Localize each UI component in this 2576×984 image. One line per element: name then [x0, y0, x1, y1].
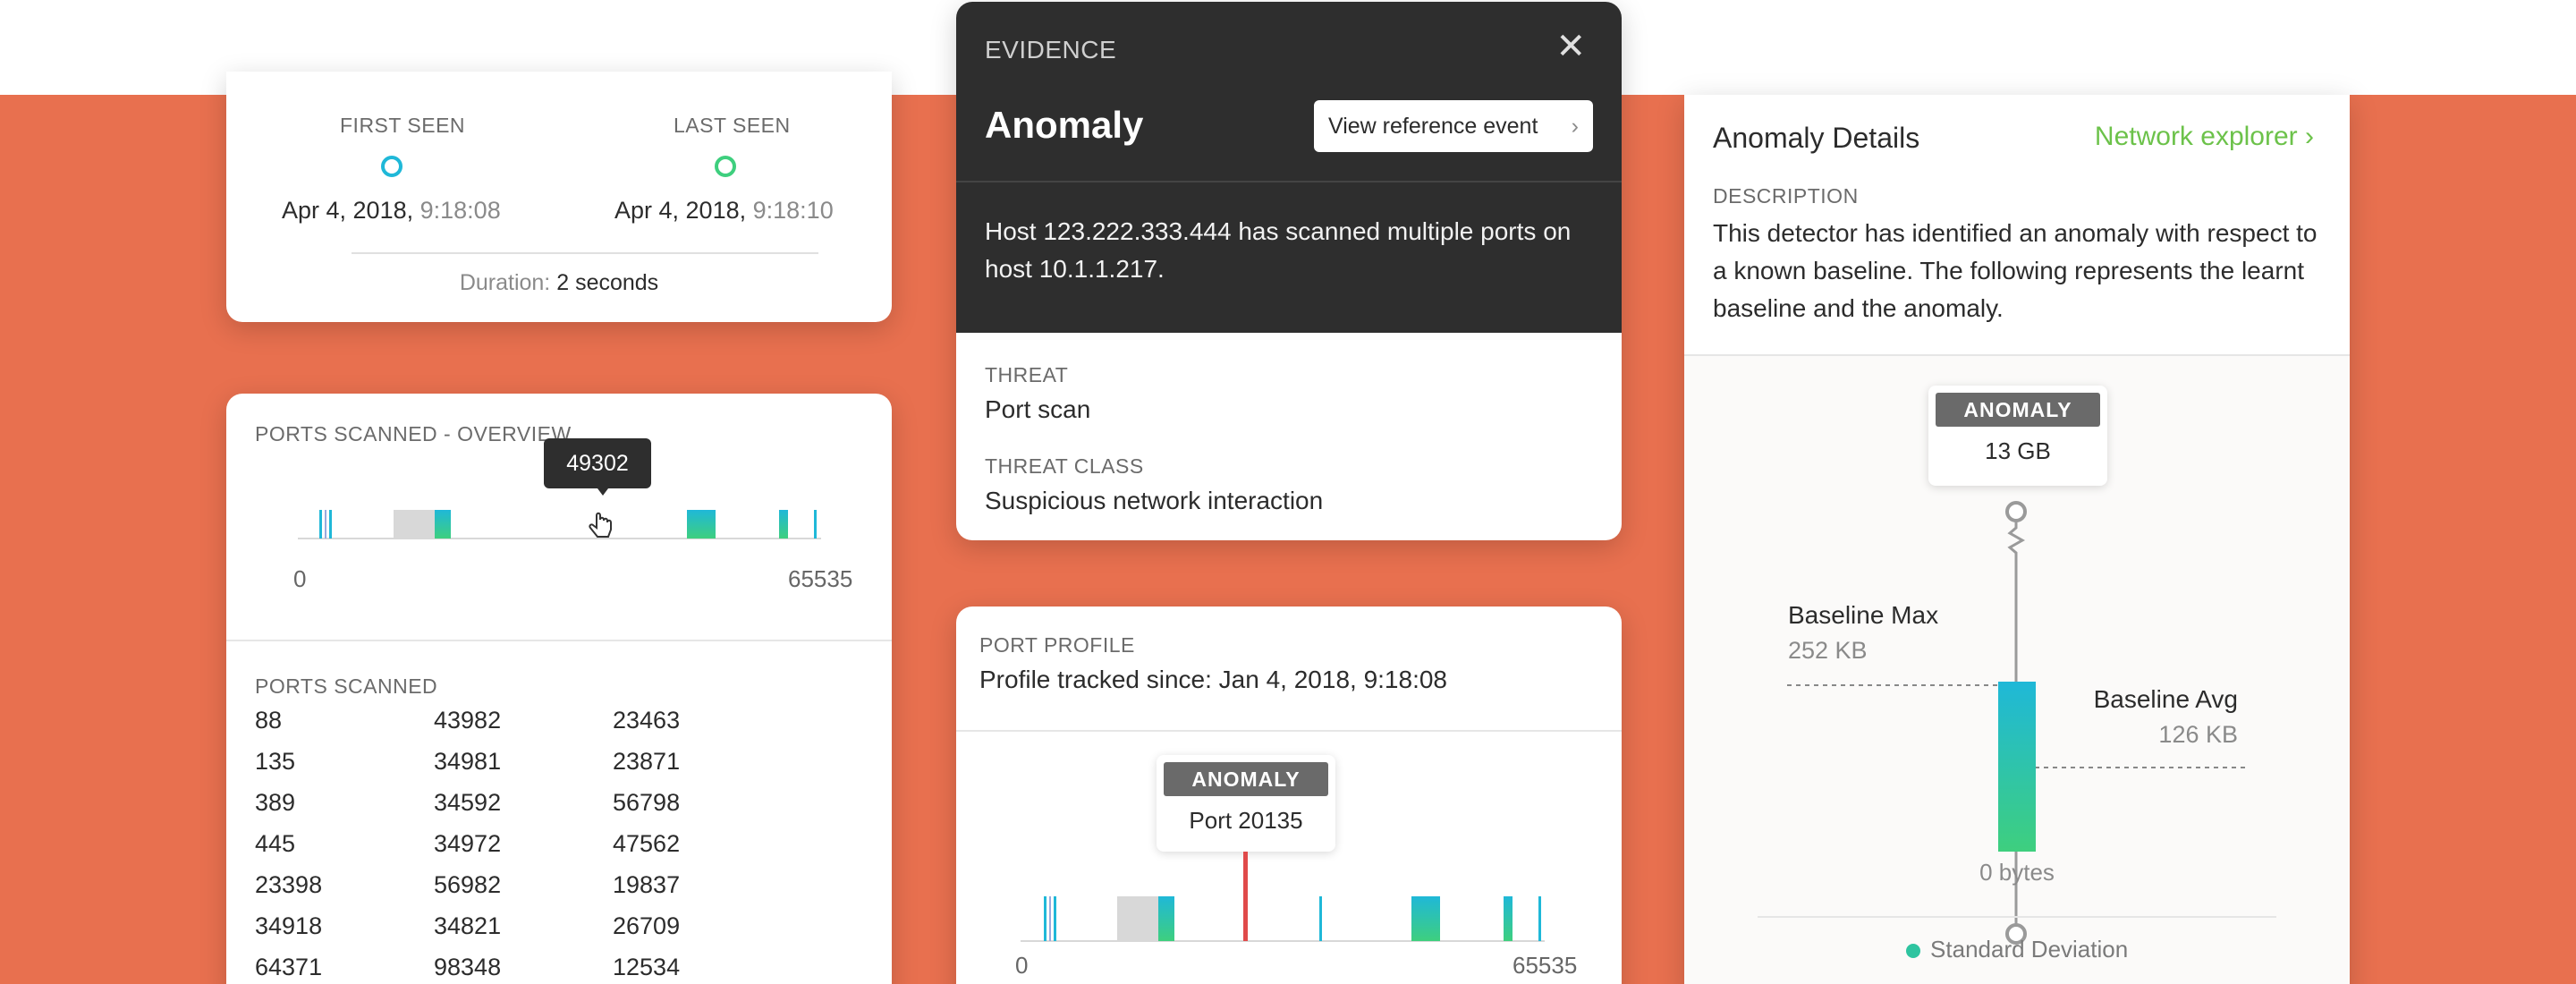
zero-bytes-label: 0 bytes [1979, 859, 2055, 886]
port-number: 34592 [434, 789, 502, 816]
legend-divider [1758, 916, 2276, 918]
port-number: 23398 [255, 871, 323, 898]
overview-axis-min: 0 [293, 565, 307, 592]
threat-class-label: THREAT CLASS [985, 454, 1144, 478]
port-number: 98348 [434, 954, 502, 980]
ports-scanned-list: 88 43982 23463 135 34981 23871 389 34592 56798 44… [255, 707, 792, 984]
evidence-description: Host 123.222.333.444 has scanned multipl… [985, 217, 1572, 283]
last-seen-marker [715, 156, 736, 177]
profile-anomaly-box: ANOMALY Port 20135 [1157, 755, 1335, 852]
chevron-right-icon: › [2305, 122, 2314, 151]
port-number: 88 [255, 707, 283, 734]
view-reference-event-button[interactable]: View reference event › [1314, 100, 1593, 152]
baseline-max-label: Baseline Max [1788, 601, 1939, 629]
profile-tracked-since: Profile tracked since: Jan 4, 2018, 9:18… [979, 666, 1447, 693]
port-number: 56982 [434, 871, 502, 898]
evidence-card: EVIDENCE ✕ Anomaly View reference event … [956, 2, 1622, 540]
port-number: 23871 [613, 748, 681, 775]
first-seen-date: Apr 4, 2018, [282, 197, 414, 224]
port-number: 64371 [255, 954, 323, 980]
description-label: DESCRIPTION [1713, 184, 1859, 208]
profile-divider [956, 730, 1622, 732]
ref-button-label: View reference event [1328, 114, 1538, 139]
port-number: 47562 [613, 830, 681, 857]
duration: Duration: 2 seconds [226, 270, 892, 296]
port-number: 56798 [613, 789, 681, 816]
profile-axis-max: 65535 [1513, 952, 1578, 979]
evidence-title: Anomaly [985, 104, 1144, 146]
evidence-header: EVIDENCE ✕ Anomaly View reference event … [956, 2, 1622, 333]
ports-divider [226, 640, 892, 641]
ports-row: 34918 34821 26709 [255, 912, 792, 954]
legend-label: Standard Deviation [1930, 936, 2129, 963]
port-number: 389 [255, 789, 296, 816]
port-number: 43982 [434, 707, 502, 734]
port-profile-title: PORT PROFILE [979, 633, 1135, 657]
port-number: 34981 [434, 748, 502, 775]
ports-row: 64371 98348 12534 [255, 954, 792, 984]
details-title: Anomaly Details [1713, 122, 1920, 154]
details-anomaly-tag: ANOMALY [1936, 393, 2100, 427]
details-anomaly-box: ANOMALY 13 GB [1928, 386, 2107, 486]
port-number: 445 [255, 830, 296, 857]
first-seen-time: 9:18:08 [419, 197, 501, 224]
profile-anomaly-port: Port 20135 [1189, 807, 1303, 834]
legend-dot-icon [1905, 944, 1920, 959]
network-explorer-link[interactable]: Network explorer › [2095, 122, 2314, 152]
last-seen-date: Apr 4, 2018, [614, 197, 747, 224]
baseline-avg-label: Baseline Avg [2093, 685, 2238, 713]
first-seen-marker [381, 156, 402, 177]
details-anomaly-value: 13 GB [1985, 437, 2051, 464]
timeline-card: FIRST SEEN LAST SEEN Apr 4, 2018, 9:18:0… [226, 72, 892, 322]
threat-value: Port scan [985, 395, 1091, 423]
threat-class-value: Suspicious network interaction [985, 487, 1324, 514]
network-explorer-label: Network explorer [2094, 122, 2298, 151]
ports-row: 135 34981 23871 [255, 748, 792, 789]
ports-row: 445 34972 47562 [255, 830, 792, 871]
port-profile-chart [1021, 852, 1545, 942]
evidence-label: EVIDENCE [985, 36, 1117, 64]
ports-overview-title: PORTS SCANNED - OVERVIEW [255, 422, 572, 445]
last-seen-time: 9:18:10 [752, 197, 834, 224]
ports-row: 88 43982 23463 [255, 707, 792, 748]
port-number: 34918 [255, 912, 323, 939]
baseline-avg-value: 126 KB [2158, 721, 2238, 748]
ports-overview-chart[interactable] [226, 483, 892, 555]
last-seen-datetime: Apr 4, 2018, 9:18:10 [614, 197, 834, 225]
ports-card: PORTS SCANNED - OVERVIEW 49302 0 65535 P… [226, 394, 892, 984]
duration-label: Duration: [459, 270, 551, 295]
profile-axis-min: 0 [1015, 952, 1029, 979]
port-profile-card: PORT PROFILE Profile tracked since: Jan … [956, 607, 1622, 984]
header-divider [956, 181, 1622, 182]
overview-axis-max: 65535 [788, 565, 853, 592]
ports-row: 389 34592 56798 [255, 789, 792, 830]
threat-label: THREAT [985, 363, 1069, 386]
duration-value: 2 seconds [556, 270, 659, 295]
ports-row: 23398 56982 19837 [255, 871, 792, 912]
first-seen-datetime: Apr 4, 2018, 9:18:08 [282, 197, 501, 225]
legend: Standard Deviation [1684, 936, 2350, 963]
port-number: 26709 [613, 912, 681, 939]
chevron-right-icon: › [1571, 114, 1579, 139]
port-number: 23463 [613, 707, 681, 734]
port-number: 34972 [434, 830, 502, 857]
port-number: 12534 [613, 954, 681, 980]
ports-scanned-title: PORTS SCANNED [255, 674, 438, 698]
profile-anomaly-tag: ANOMALY [1164, 762, 1328, 796]
hand-cursor-icon [589, 512, 612, 538]
anomaly-port-marker [1243, 852, 1248, 941]
details-description: This detector has identified an anomaly … [1713, 219, 2318, 322]
details-divider [1684, 354, 2350, 356]
port-number: 135 [255, 748, 296, 775]
port-number: 19837 [613, 871, 681, 898]
port-number: 34821 [434, 912, 502, 939]
anomaly-details-card: Anomaly Details Network explorer › DESCR… [1684, 95, 2350, 984]
port-tooltip: 49302 [544, 438, 651, 488]
baseline-max-value: 252 KB [1788, 637, 1868, 664]
close-icon[interactable]: ✕ [1555, 29, 1586, 64]
